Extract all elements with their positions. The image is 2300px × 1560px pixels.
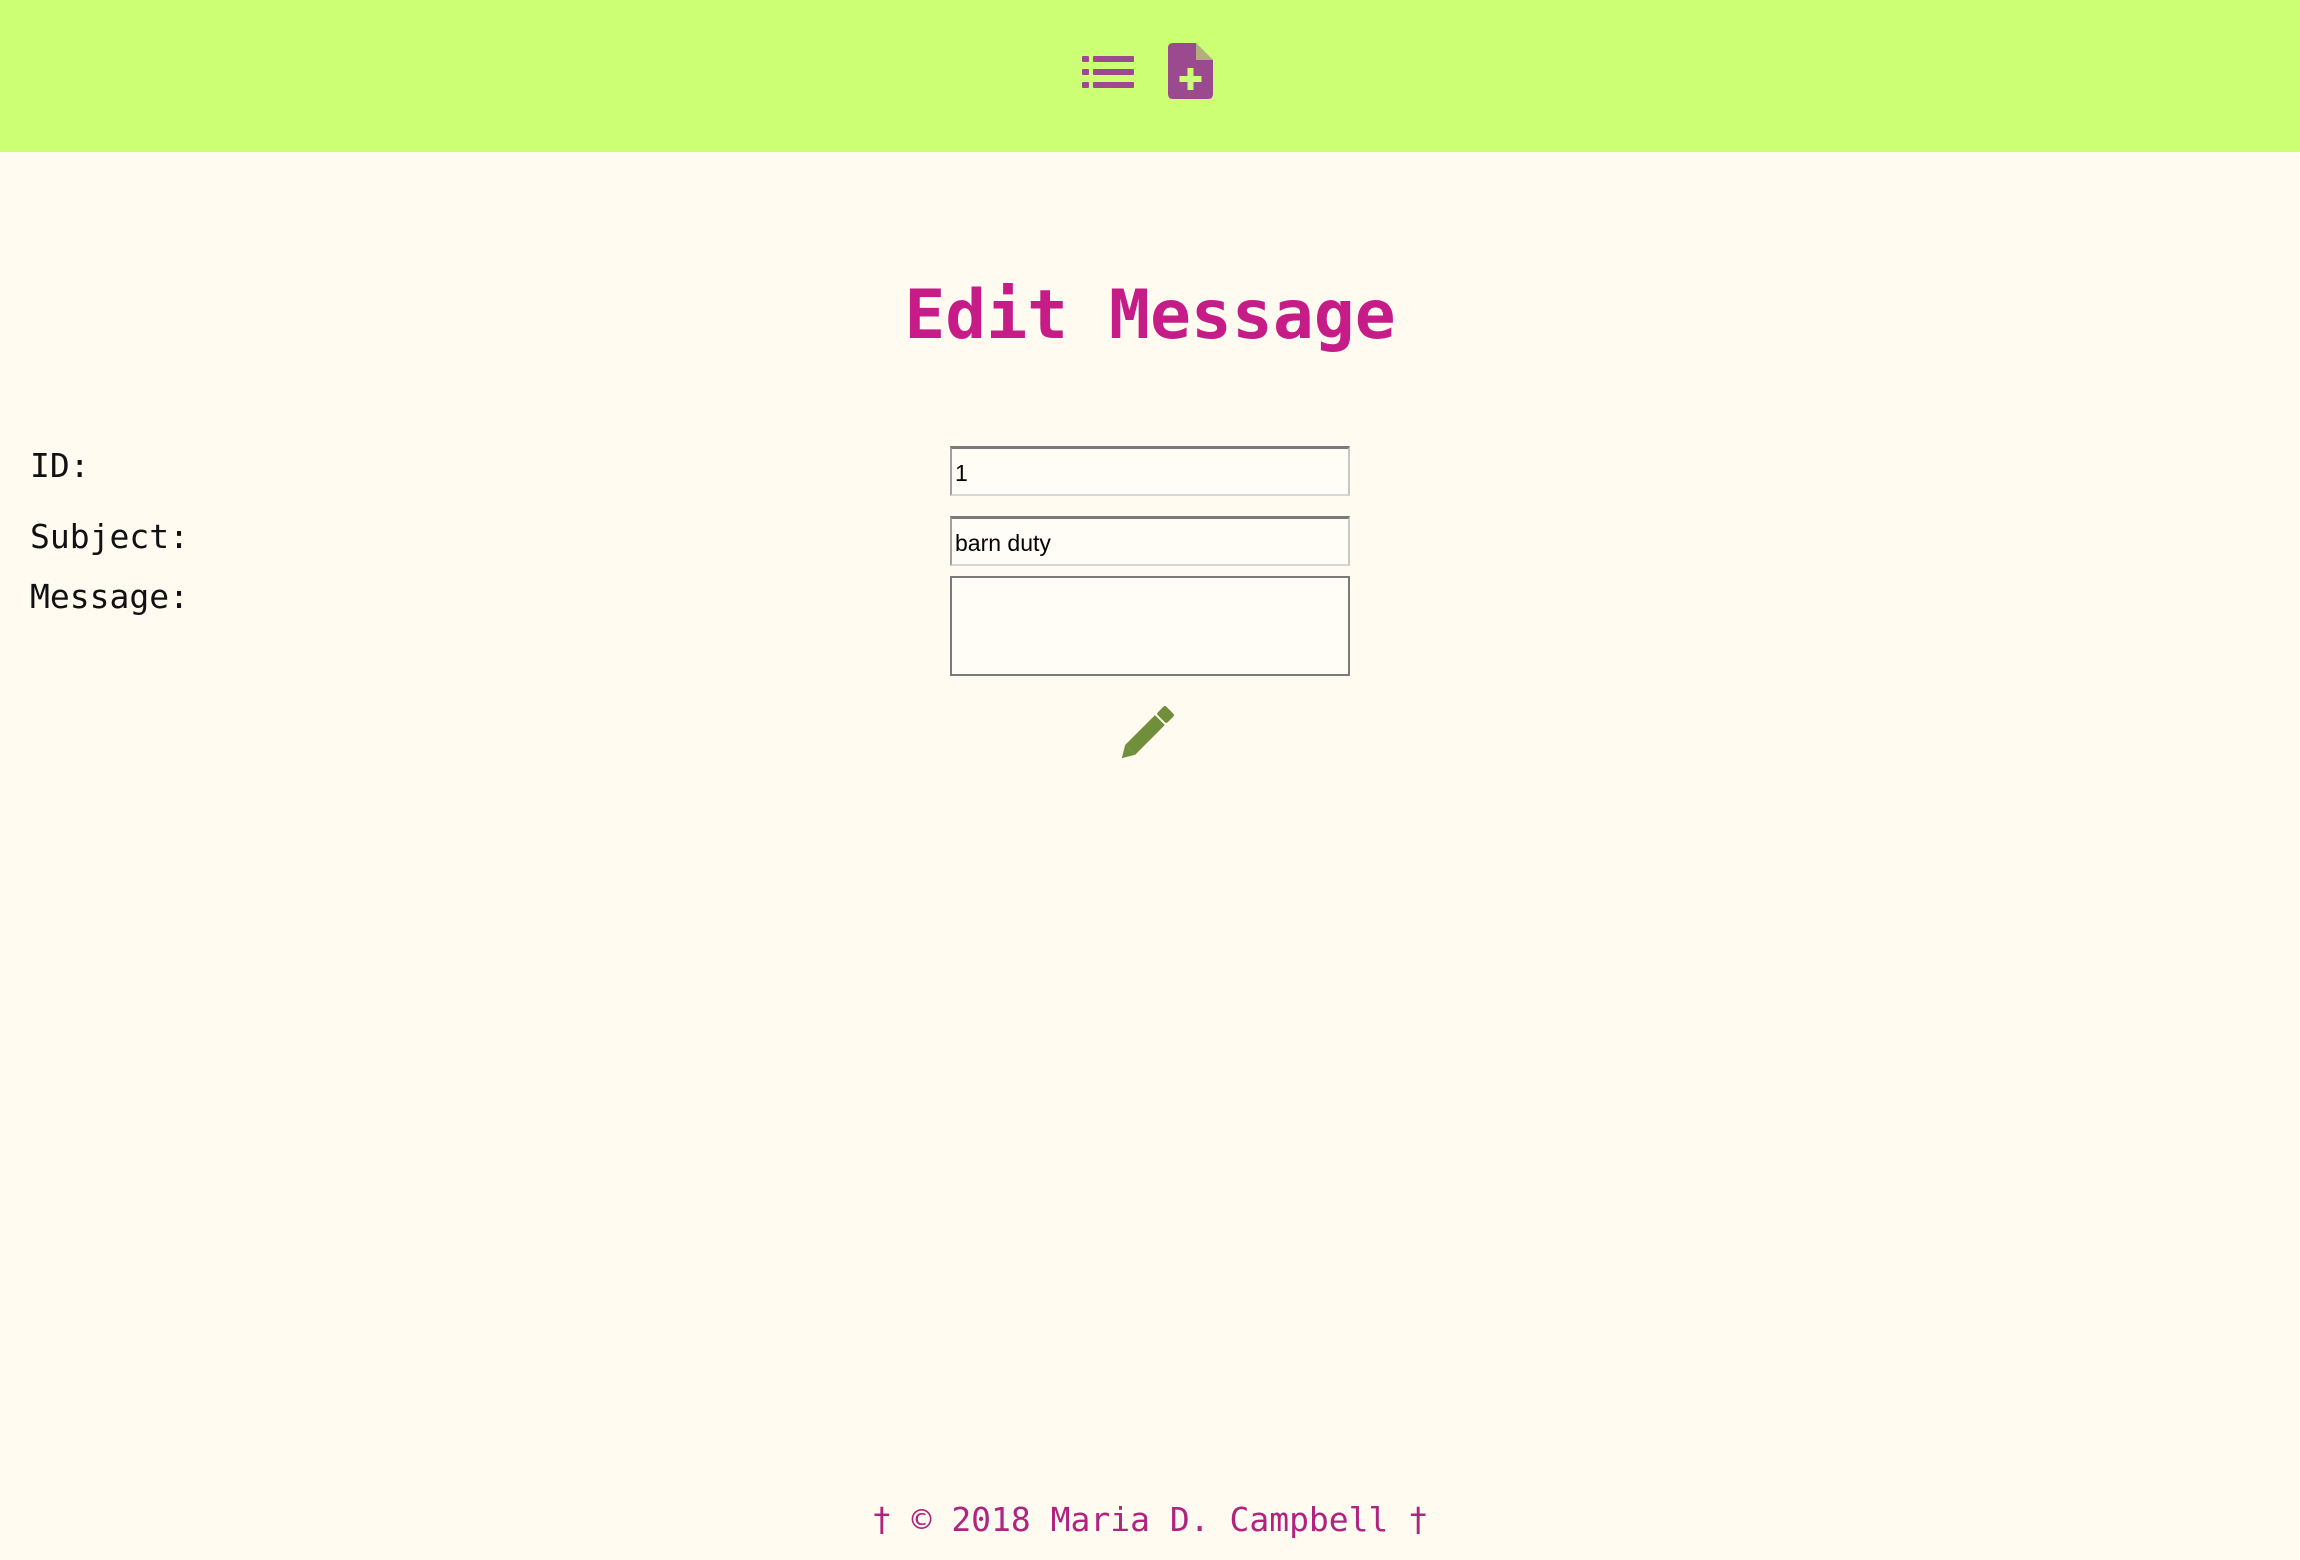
footer-copyright: † © 2018 Maria D. Campbell † (871, 1500, 1429, 1539)
list-icon-graphic (1082, 56, 1134, 88)
id-label: ID: (30, 446, 90, 485)
page-title: Edit Message (904, 276, 1396, 355)
id-input[interactable] (950, 446, 1350, 496)
subject-input[interactable] (950, 516, 1350, 566)
message-label: Message: (30, 577, 189, 616)
file-plus-icon[interactable] (1168, 43, 1213, 99)
message-textarea[interactable] (950, 576, 1350, 676)
subject-label: Subject: (30, 517, 189, 556)
list-icon[interactable] (1082, 52, 1134, 92)
pencil-icon (1121, 706, 1174, 759)
update-message-button[interactable] (1120, 700, 1180, 760)
top-nav-bar (0, 0, 2300, 152)
file-plus-icon-graphic (1168, 43, 1213, 99)
